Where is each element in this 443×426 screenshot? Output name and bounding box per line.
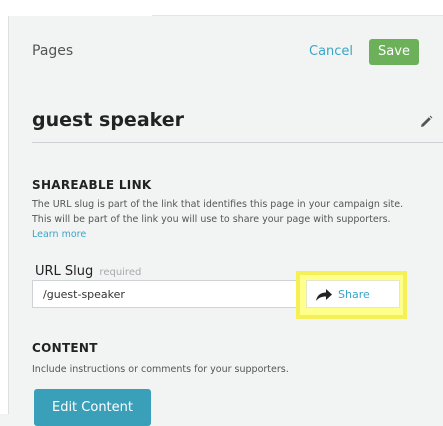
- cancel-button[interactable]: Cancel: [309, 44, 353, 59]
- url-slug-input[interactable]: [32, 280, 306, 308]
- page-name-title[interactable]: guest speaker: [32, 109, 184, 131]
- learn-more-link[interactable]: Learn more: [32, 227, 442, 242]
- url-slug-label: URL Slug required: [35, 264, 141, 279]
- url-slug-label-text: URL Slug: [35, 264, 94, 279]
- content-description: Include instructions or comments for you…: [32, 364, 289, 375]
- top-bar: [0, 0, 443, 16]
- page-editor-panel: Pages Cancel Save guest speaker SHAREABL…: [9, 16, 443, 426]
- shareable-link-heading: SHAREABLE LINK: [32, 178, 152, 192]
- top-bar-divider: [152, 0, 443, 16]
- content-heading: CONTENT: [32, 341, 98, 355]
- left-panel-edge: [0, 16, 9, 414]
- save-button[interactable]: Save: [369, 39, 419, 65]
- shareable-link-description-line-1: The URL slug is part of the link that id…: [32, 199, 404, 210]
- share-arrow-icon: [316, 289, 332, 301]
- share-button[interactable]: Share: [306, 280, 400, 308]
- url-slug-required-hint: required: [99, 267, 142, 278]
- shareable-link-description: The URL slug is part of the link that id…: [32, 197, 442, 242]
- page-name-underline: [32, 142, 443, 143]
- pencil-icon[interactable]: [419, 115, 433, 129]
- panel-title: Pages: [32, 43, 74, 59]
- share-label: Share: [338, 288, 370, 301]
- shareable-link-description-line-2: This will be part of the link you will u…: [32, 214, 391, 225]
- edit-content-button[interactable]: Edit Content: [34, 389, 151, 426]
